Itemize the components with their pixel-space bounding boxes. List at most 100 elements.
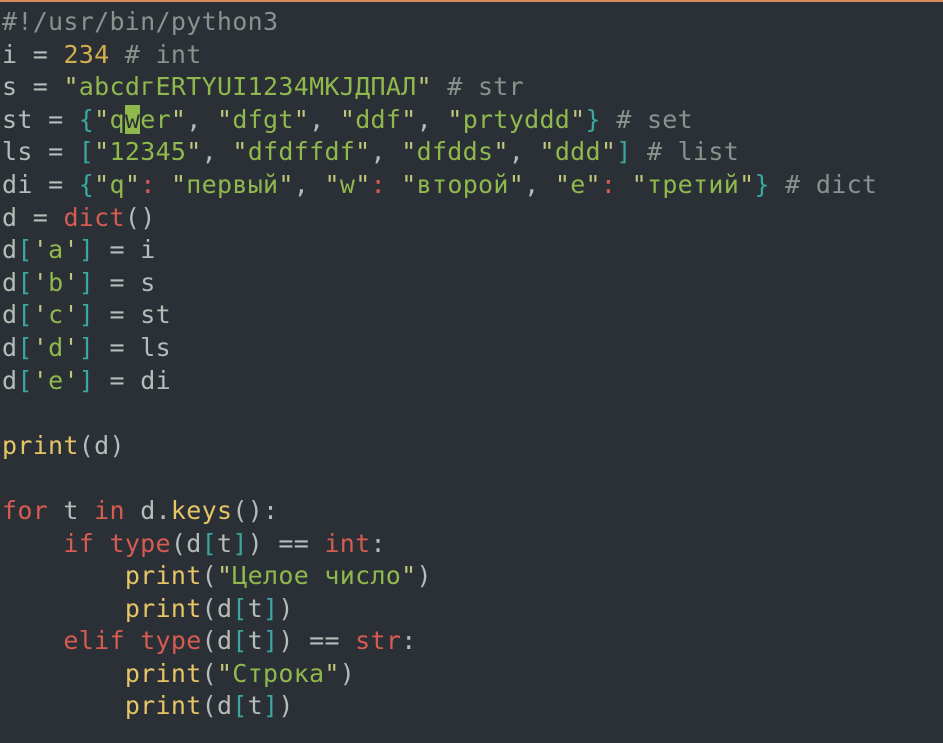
paren-open: ( [202,659,217,688]
op-eqeq: == [309,626,340,655]
bracket-close: ] [263,594,278,623]
kw-in: in [94,496,125,525]
dict-key: c [48,300,63,329]
bracket-open: [ [232,691,247,720]
rhs: i [140,235,155,264]
func-print: print [2,431,79,460]
string-literal: prtyddd [463,105,570,134]
quote: " [171,105,186,134]
func-print: print [125,561,202,590]
paren-open: ( [232,496,247,525]
code-editor[interactable]: #!/usr/bin/python3 i = 234 # int s = "аb… [0,2,943,723]
quote: " [324,170,339,199]
bracket-close: ] [79,235,94,264]
paren-close: ) [109,431,124,460]
var-d: d [2,366,17,395]
quote: " [493,137,508,166]
quote: " [340,105,355,134]
rhs: di [140,366,171,395]
quote: " [278,170,293,199]
quote: " [417,72,432,101]
colon: : [371,170,386,199]
comma: , [309,105,324,134]
quote: " [171,170,186,199]
builtin-str: str [355,626,401,655]
paren-open: ( [125,203,140,232]
kw-for: for [2,496,48,525]
bracket-open: [ [17,300,32,329]
kw-if: if [63,529,94,558]
op-eq: = [33,72,48,101]
quote: " [94,137,109,166]
quote: " [401,561,416,590]
paren-open: ( [202,626,217,655]
quote: ' [33,366,48,395]
bracket-close: ] [263,626,278,655]
string-literal: dfdffdf [248,137,355,166]
var-d: d [2,268,17,297]
quote: " [509,170,524,199]
quote: " [739,170,754,199]
quote: " [186,137,201,166]
var-d: d [140,496,155,525]
quote: " [294,105,309,134]
var-d: d [217,594,232,623]
quote: " [94,170,109,199]
brace-close: } [586,105,601,134]
paren-close: ) [248,529,263,558]
quote: " [632,170,647,199]
comma: , [371,137,386,166]
func-print: print [125,659,202,688]
dict-key: q [110,170,125,199]
var-d: d [2,203,17,232]
var-i: i [2,40,17,69]
paren-close: ) [278,691,293,720]
dict-key: a [48,235,63,264]
comma: , [294,170,309,199]
dict-key: d [48,333,63,362]
dot: . [156,496,171,525]
method-keys: keys [171,496,232,525]
bracket-close: ] [79,300,94,329]
quote: " [601,137,616,166]
dict-val: третий [647,170,739,199]
quote: " [94,105,109,134]
builtin-type: type [140,626,201,655]
paren-close: ) [248,496,263,525]
string-literal: ddf [355,105,401,134]
quote: ' [33,235,48,264]
var-t: t [248,691,263,720]
bracket-close: ] [263,691,278,720]
kw-elif: elif [63,626,124,655]
comma: , [202,137,217,166]
dict-val: второй [417,170,509,199]
rhs: st [140,300,171,329]
op-eq: = [110,268,125,297]
quote: " [401,170,416,199]
var-d: d [217,691,232,720]
builtin-type: type [109,529,170,558]
comma: , [417,105,432,134]
dict-val: первый [186,170,278,199]
quote: ' [63,268,78,297]
comma: , [186,105,201,134]
quote: " [447,105,462,134]
quote: ' [63,333,78,362]
bracket-close: ] [79,333,94,362]
quote: ' [33,268,48,297]
bracket-open: [ [232,594,247,623]
var-d: d [2,300,17,329]
string-literal: 12345 [110,137,187,166]
bracket-close: ] [79,366,94,395]
string-part: er [140,105,171,134]
var-t: t [248,594,263,623]
op-eq: = [33,40,48,69]
paren-open: ( [202,691,217,720]
string-literal: dfgt [232,105,293,134]
bracket-open: [ [202,529,217,558]
quote: " [570,105,585,134]
dict-key: b [48,268,63,297]
bracket-open: [ [79,137,94,166]
var-ls: ls [2,137,33,166]
var-di: di [2,170,33,199]
